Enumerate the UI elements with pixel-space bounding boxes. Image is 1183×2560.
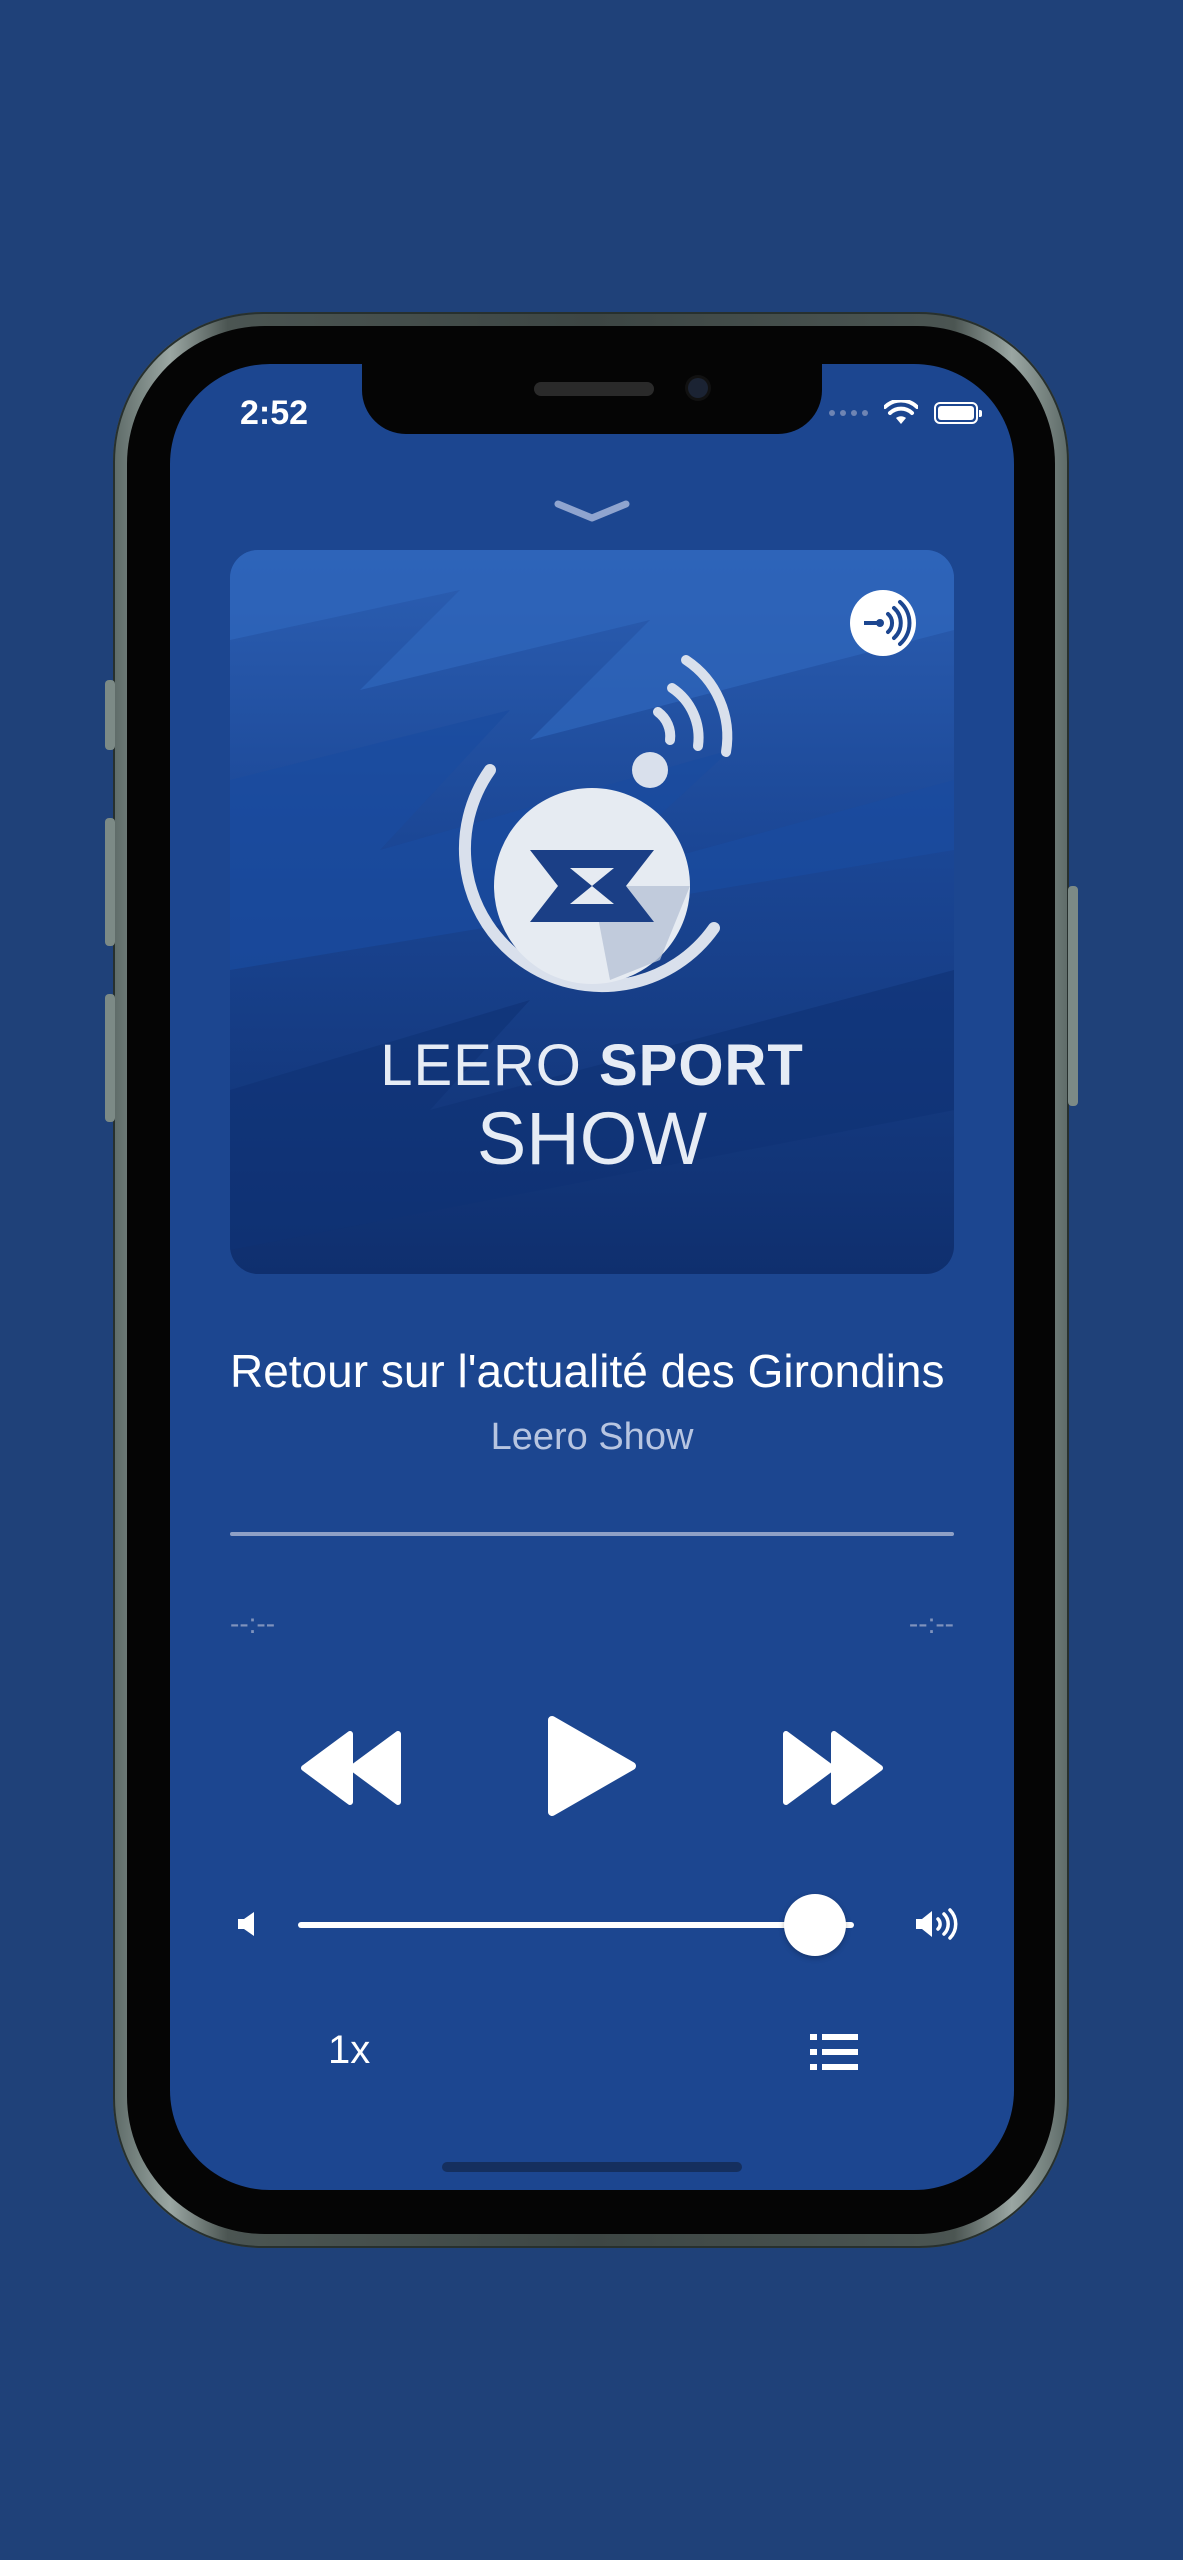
- rewind-icon[interactable]: [298, 1728, 404, 1808]
- power-button: [1068, 886, 1078, 1106]
- home-indicator[interactable]: [442, 2162, 742, 2172]
- podcast-name[interactable]: Leero Show: [230, 1416, 954, 1459]
- speaker-low-icon: [238, 1912, 254, 1936]
- front-camera: [688, 378, 708, 398]
- playback-speed-button[interactable]: 1x: [328, 2028, 370, 2073]
- mute-switch: [105, 680, 115, 750]
- remaining-time: --:--: [908, 1608, 954, 1639]
- status-time: 2:52: [240, 394, 309, 432]
- artwork-brand-line-2: SHOW: [476, 1097, 708, 1180]
- anchor-podcast-icon: [850, 590, 916, 656]
- artwork-brand-line-1: LEERO SPORT: [380, 1033, 804, 1098]
- notch: [362, 364, 822, 434]
- player-screen: 2:52 LEERO SPORT SHOW Retour sur l'actua…: [170, 364, 1014, 2190]
- elapsed-time: --:--: [230, 1608, 276, 1639]
- podcast-artwork: LEERO SPORT SHOW: [230, 550, 954, 1274]
- playback-progress-bar[interactable]: [230, 1532, 954, 1536]
- speaker-high-icon: [916, 1908, 958, 1940]
- list-icon[interactable]: [810, 2032, 858, 2072]
- volume-up-button: [105, 818, 115, 946]
- play-icon[interactable]: [544, 1714, 640, 1818]
- volume-slider[interactable]: [298, 1922, 854, 1928]
- volume-slider-thumb[interactable]: [784, 1894, 847, 1956]
- volume-down-button: [105, 994, 115, 1122]
- battery-icon: [934, 402, 982, 424]
- chevron-down-icon[interactable]: [552, 496, 632, 526]
- signal-dots-icon: [829, 410, 868, 416]
- status-indicators: [829, 400, 982, 426]
- wifi-icon: [884, 400, 918, 424]
- earpiece-speaker: [534, 382, 654, 396]
- fast-forward-icon[interactable]: [780, 1728, 886, 1808]
- episode-title: Retour sur l'actualité des Girondins: [230, 1345, 945, 1397]
